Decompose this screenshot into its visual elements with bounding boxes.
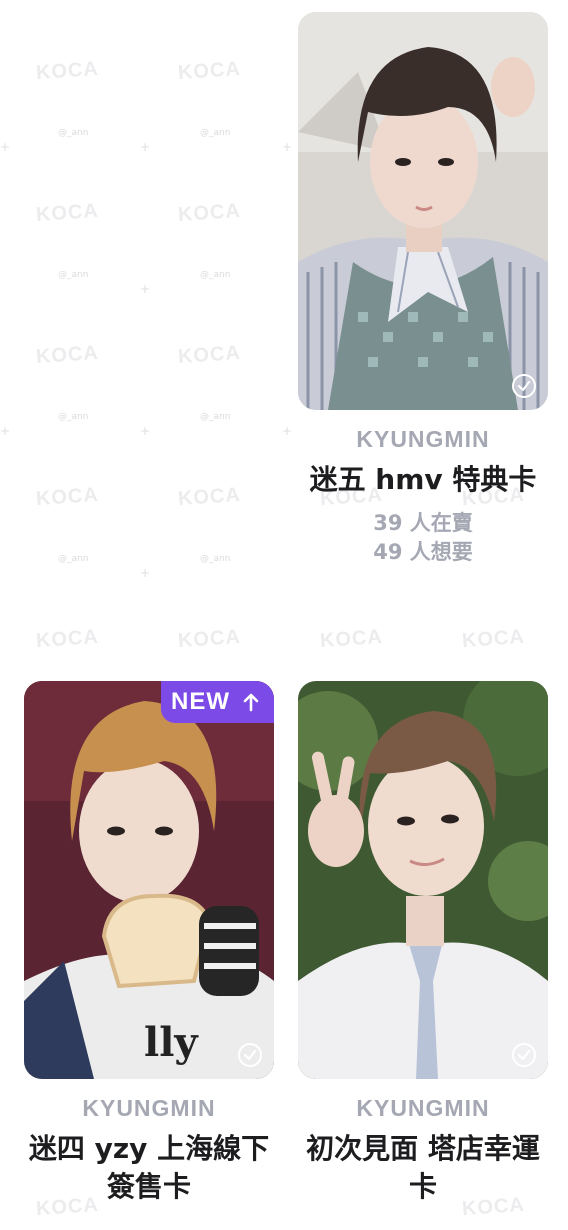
watermark-handle: @_ann <box>200 412 231 422</box>
plus-mark-icon: + <box>140 140 151 154</box>
wanting-count: 49 人想要 <box>373 540 473 564</box>
photocard-item[interactable]: lly NEW KYUNGMIN 迷四 yzy 上海線下 簽售卡 <box>24 681 274 1206</box>
photocard-item[interactable]: KYUNGMIN 迷五 hmv 特典卡 39 人在賣 49 人想要 <box>298 12 548 567</box>
plus-mark-icon: + <box>140 424 151 438</box>
watermark-handle: @_ann <box>200 270 231 280</box>
photocard-photo-illustration: lly <box>24 681 274 1079</box>
owned-check-icon <box>512 1043 536 1067</box>
watermark-logo: KOCA <box>35 483 100 511</box>
new-badge-label: NEW <box>171 688 230 715</box>
plus-mark-icon: + <box>0 140 11 154</box>
watermark-logo: KOCA <box>177 625 242 653</box>
member-name: KYUNGMIN <box>356 426 490 452</box>
watermark-logo: KOCA <box>177 341 242 369</box>
watermark-handle: @_ann <box>58 412 89 422</box>
svg-text:lly: lly <box>144 1019 199 1066</box>
photocard-image[interactable] <box>298 12 548 410</box>
watermark-handle: @_ann <box>200 554 231 564</box>
watermark-logo: KOCA <box>35 199 100 227</box>
arrow-up-icon <box>243 693 259 712</box>
plus-mark-icon: + <box>0 424 11 438</box>
photocard-photo-illustration <box>298 681 548 1079</box>
photocard-photo-illustration <box>298 12 548 410</box>
card-title: 迷四 yzy 上海線下 簽售卡 <box>28 1132 270 1203</box>
photocard-image[interactable]: lly NEW <box>24 681 274 1079</box>
plus-mark-icon: + <box>282 140 293 154</box>
card-title: 初次見面 塔店幸運卡 <box>306 1132 540 1203</box>
watermark-handle: @_ann <box>58 554 89 564</box>
watermark-logo: KOCA <box>177 199 242 227</box>
card-title: 迷五 hmv 特典卡 <box>309 463 537 496</box>
plus-mark-icon: + <box>140 566 151 580</box>
watermark-logo: KOCA <box>461 625 526 653</box>
watermark-logo: KOCA <box>35 57 100 85</box>
watermark-logo: KOCA <box>35 341 100 369</box>
photocard-item[interactable]: KYUNGMIN 初次見面 塔店幸運卡 <box>298 681 548 1206</box>
plus-mark-icon: + <box>282 424 293 438</box>
watermark-logo: KOCA <box>35 625 100 653</box>
member-name: KYUNGMIN <box>82 1095 216 1121</box>
selling-count: 39 人在賣 <box>373 511 473 535</box>
watermark-handle: @_ann <box>58 270 89 280</box>
member-name: KYUNGMIN <box>356 1095 490 1121</box>
watermark-logo: KOCA <box>319 625 384 653</box>
plus-mark-icon: + <box>140 282 151 296</box>
owned-check-icon <box>238 1043 262 1067</box>
new-badge: NEW <box>161 681 274 723</box>
photocard-image[interactable] <box>298 681 548 1079</box>
watermark-handle: @_ann <box>200 128 231 138</box>
watermark-logo: KOCA <box>177 483 242 511</box>
owned-check-icon <box>512 374 536 398</box>
watermark-handle: @_ann <box>58 128 89 138</box>
watermark-logo: KOCA <box>177 57 242 85</box>
